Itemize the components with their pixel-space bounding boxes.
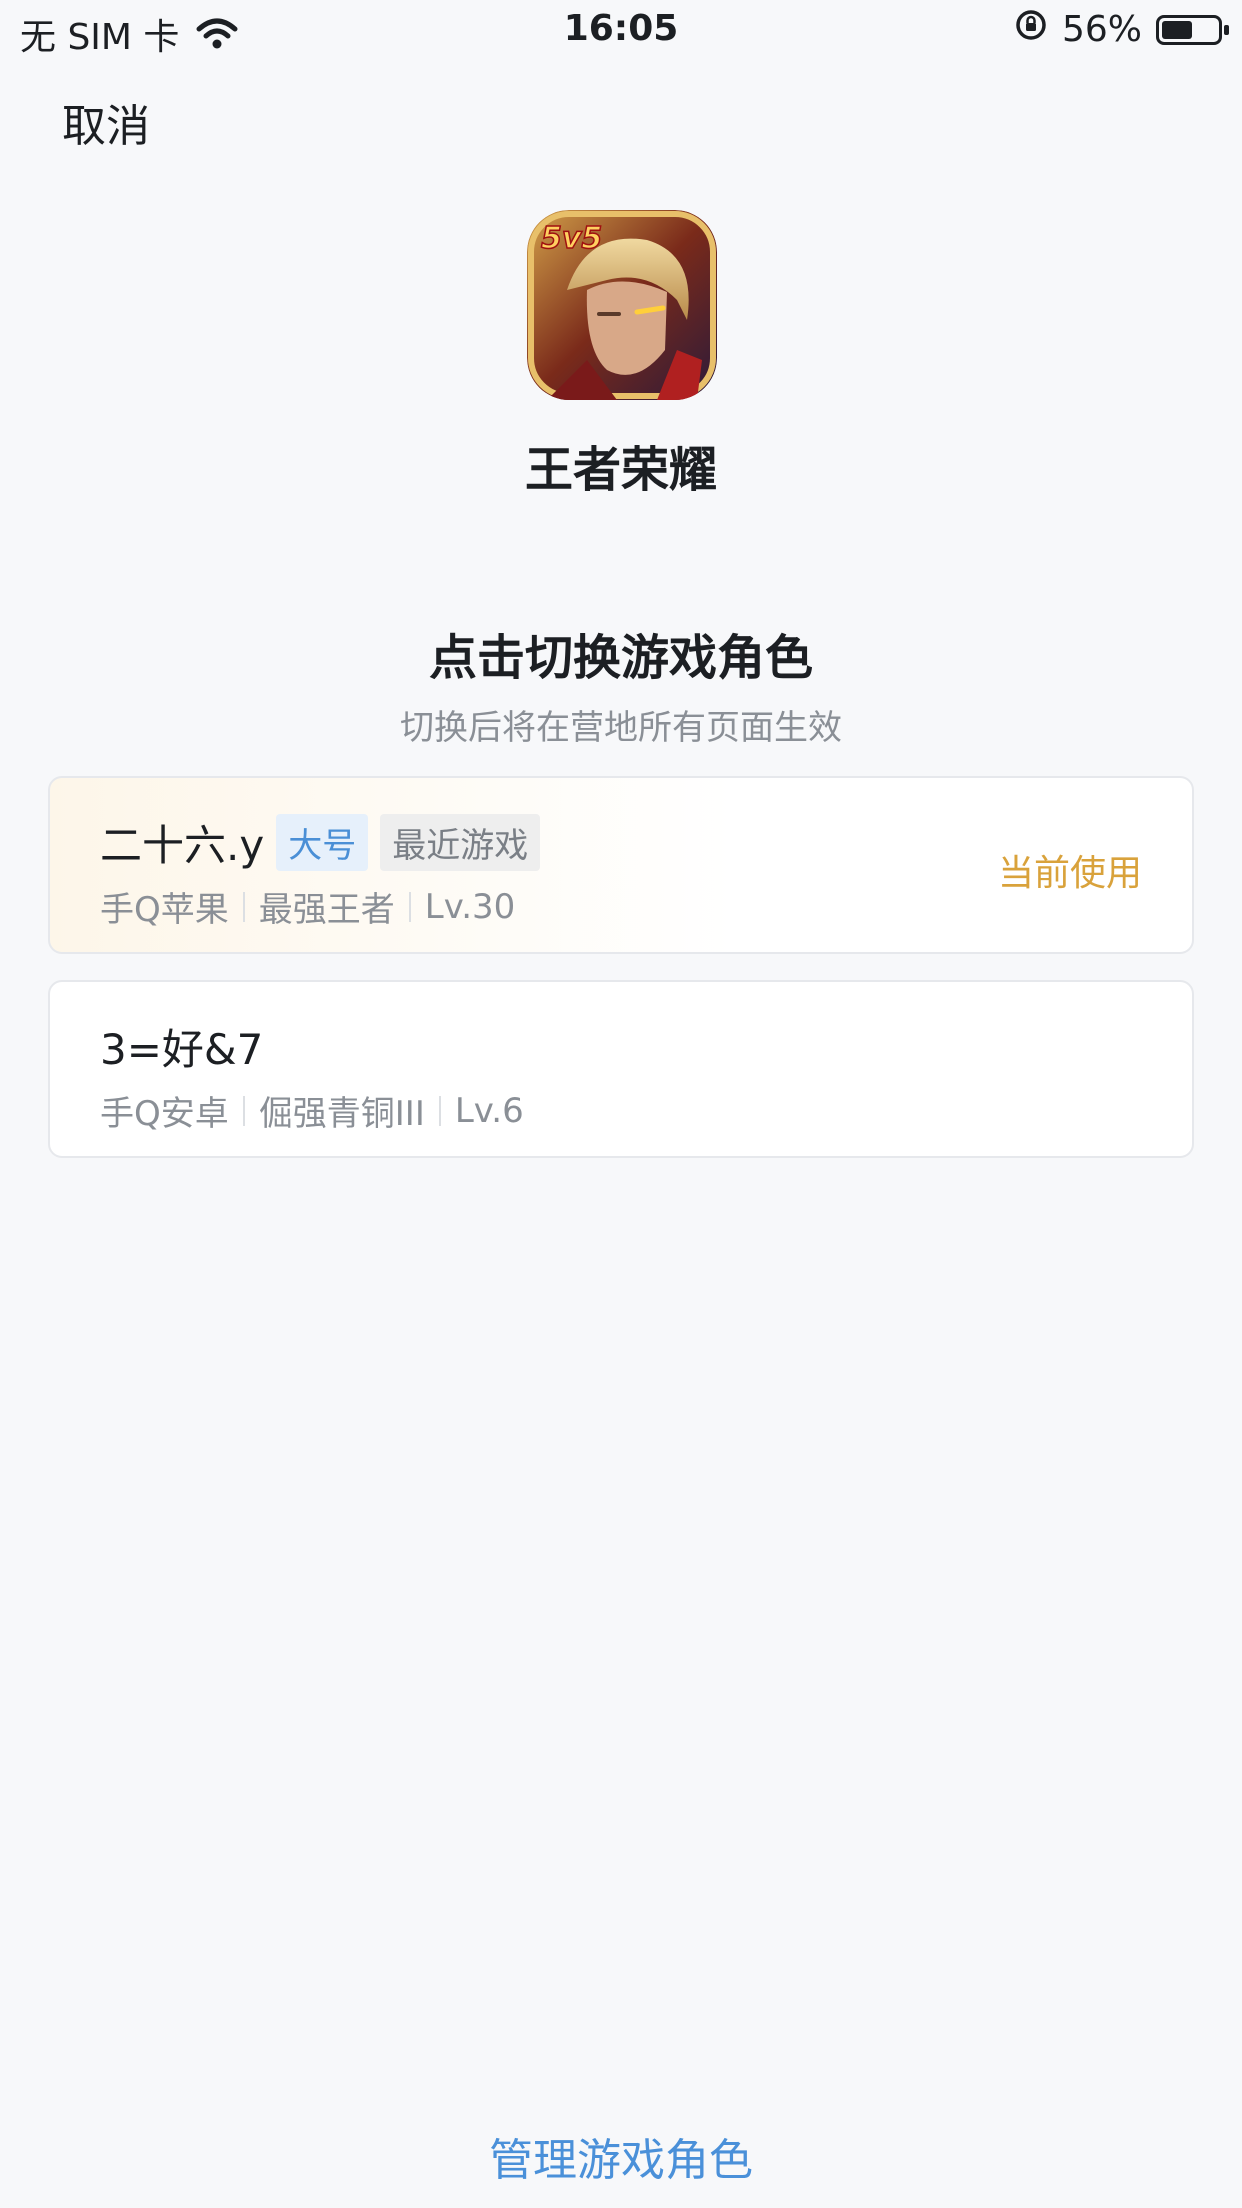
divider — [242, 891, 245, 922]
divider — [438, 1095, 441, 1126]
recent-played-tag: 最近游戏 — [380, 814, 541, 871]
battery-icon — [1156, 14, 1229, 45]
role-info-row: 手Q苹果 最强王者 Lv.30 — [100, 882, 515, 931]
role-level: Lv.30 — [424, 886, 516, 927]
icon-badge-text: 5v5 — [541, 221, 602, 256]
cancel-button[interactable]: 取消 — [62, 90, 150, 154]
main-account-tag: 大号 — [276, 814, 369, 871]
role-platform: 手Q安卓 — [100, 1094, 229, 1134]
role-name: 二十六.y — [100, 821, 265, 870]
game-name: 王者荣耀 — [524, 442, 717, 498]
manage-roles-button[interactable]: 管理游戏角色 — [0, 2124, 1242, 2188]
game-app-icon: 5v5 — [527, 210, 717, 400]
status-bar: 无 SIM 卡 16:05 56% — [0, 0, 1242, 62]
role-platform: 手Q苹果 — [100, 890, 229, 930]
divider — [408, 891, 411, 922]
role-name: 3=好&7 — [100, 1025, 264, 1074]
role-name-row: 二十六.y 大号 最近游戏 — [100, 812, 541, 873]
role-card[interactable]: 3=好&7 手Q安卓 倔强青铜III Lv.6 — [48, 980, 1194, 1158]
role-rank: 倔强青铜III — [258, 1094, 425, 1134]
role-rank: 最强王者 — [258, 890, 395, 930]
page-title: 点击切换游戏角色 — [428, 630, 813, 686]
orientation-lock-icon — [1014, 8, 1048, 51]
page-subtitle: 切换后将在营地所有页面生效 — [400, 708, 842, 748]
current-use-label: 当前使用 — [997, 853, 1142, 894]
status-right: 56% — [1014, 8, 1229, 51]
role-name-row: 3=好&7 — [100, 1016, 263, 1077]
role-info-row: 手Q安卓 倔强青铜III Lv.6 — [100, 1086, 524, 1135]
battery-percent: 56% — [1061, 9, 1142, 50]
divider — [242, 1095, 245, 1126]
role-card-current[interactable]: 二十六.y 大号 最近游戏 手Q苹果 最强王者 Lv.30 当前使用 — [48, 776, 1194, 954]
role-level: Lv.6 — [454, 1090, 524, 1131]
